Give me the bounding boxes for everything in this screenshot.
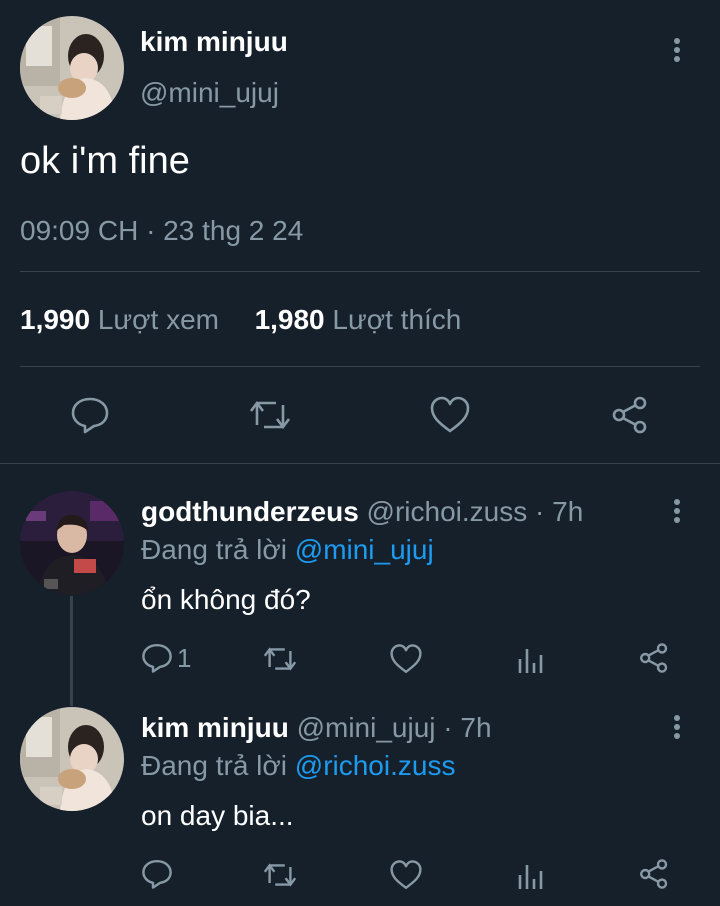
views-icon[interactable] [516,645,546,675]
reply-header: kim minjuu @mini_ujuj · 7h [141,712,492,744]
replying-to-handle[interactable]: @richoi.zuss [295,750,456,781]
more-options-icon[interactable] [667,36,687,66]
views-count: 1,990 [20,304,91,335]
tweet-timestamp[interactable]: 09:09 CH · 23 thg 2 24 [20,215,303,247]
replying-to-handle[interactable]: @mini_ujuj [295,534,434,565]
author-handle[interactable]: @mini_ujuj [140,77,279,109]
tweet-text: ok i'm fine [20,140,190,182]
avatar[interactable] [20,16,124,120]
replying-to: Đang trả lời @mini_ujuj [141,534,434,566]
author-name[interactable]: kim minjuu [141,712,289,743]
reply-icon[interactable] [141,858,173,890]
retweet-icon[interactable] [262,859,298,891]
replying-to: Đang trả lời @richoi.zuss [141,750,455,782]
divider [20,366,700,367]
reply-text: ổn không đó? [141,584,311,615]
author-name[interactable]: kim minjuu [140,26,288,58]
reply-text: on day bia... [141,800,294,831]
reply-time[interactable]: · 7h [443,712,491,743]
retweet-icon[interactable] [248,395,292,435]
views-label: Lượt xem [97,304,219,335]
avatar[interactable] [20,491,124,595]
reply-icon[interactable] [141,642,173,674]
share-icon[interactable] [638,642,670,674]
retweet-icon[interactable] [262,643,298,675]
reply-time[interactable]: · 7h [535,496,583,527]
likes-count[interactable]: 1,980 [255,304,325,335]
like-icon[interactable] [429,395,471,435]
divider [20,271,700,272]
more-options-icon[interactable] [667,713,687,743]
author-handle[interactable]: @richoi.zuss [367,496,528,527]
reply-header: godthunderzeus @richoi.zuss · 7h [141,496,583,528]
reply-count: 1 [177,643,192,673]
reply-icon[interactable] [70,395,110,435]
views-icon[interactable] [516,861,546,891]
share-icon[interactable] [610,395,650,435]
thread-line [70,596,73,706]
divider [0,463,720,464]
author-name[interactable]: godthunderzeus [141,496,359,527]
replying-prefix: Đang trả lời [141,534,287,565]
share-icon[interactable] [638,858,670,890]
replying-prefix: Đang trả lời [141,750,287,781]
more-options-icon[interactable] [667,497,687,527]
tweet-stats: 1,990 Lượt xem 1,980 Lượt thích [20,304,461,336]
like-icon[interactable] [389,859,423,891]
like-icon[interactable] [389,643,423,675]
avatar[interactable] [20,707,124,811]
likes-label[interactable]: Lượt thích [332,304,461,335]
author-handle[interactable]: @mini_ujuj [297,712,436,743]
